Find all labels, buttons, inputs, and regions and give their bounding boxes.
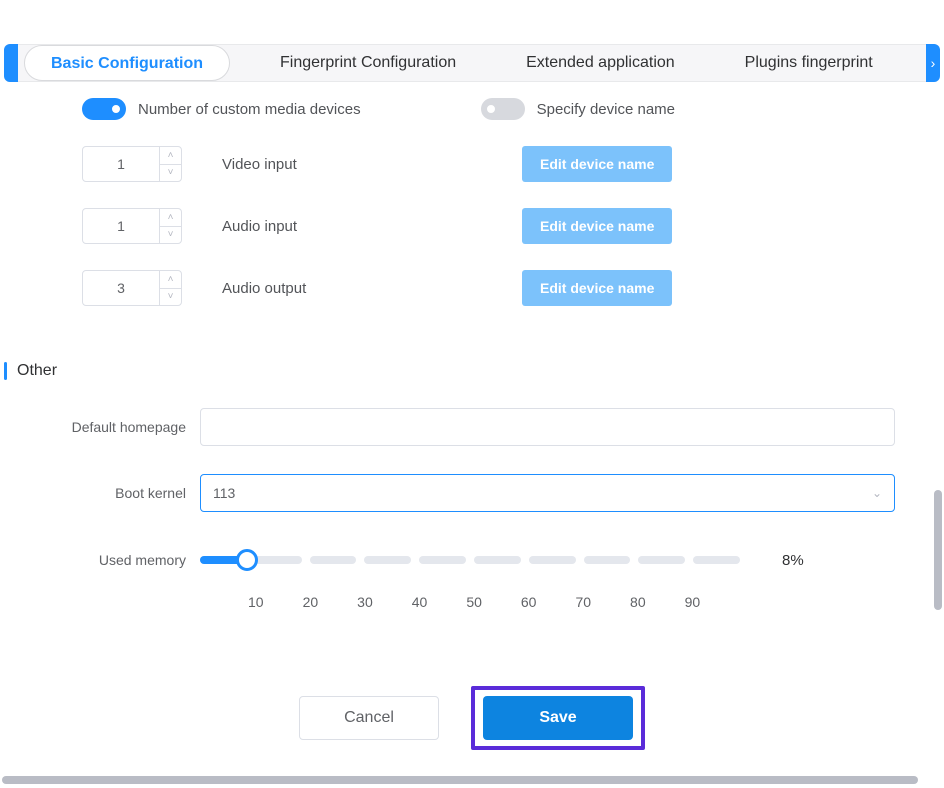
audio-output-value[interactable] xyxy=(83,271,159,305)
video-input-step-down[interactable]: ˅ xyxy=(160,165,181,182)
horizontal-scrollbar[interactable] xyxy=(2,776,918,784)
video-input-label: Video input xyxy=(222,156,422,173)
audio-output-step-down[interactable]: ˅ xyxy=(160,289,181,306)
slider-tick: 20 xyxy=(303,594,319,610)
tab-scroll-right[interactable]: › xyxy=(926,44,940,82)
chevron-down-icon: ˅ xyxy=(168,291,174,302)
save-button-highlight: Save xyxy=(471,686,645,750)
slider-tick: 30 xyxy=(357,594,373,610)
audio-input-stepper[interactable]: ˄ ˅ xyxy=(82,208,182,244)
boot-kernel-label: Boot kernel xyxy=(0,485,200,501)
edit-device-name-button-audio-out[interactable]: Edit device name xyxy=(522,270,672,306)
edit-device-name-button-video[interactable]: Edit device name xyxy=(522,146,672,182)
audio-input-step-down[interactable]: ˅ xyxy=(160,227,181,244)
cancel-button[interactable]: Cancel xyxy=(299,696,439,740)
audio-input-value[interactable] xyxy=(83,209,159,243)
default-homepage-input[interactable] xyxy=(200,408,895,446)
toggle-custom-media-count-label: Number of custom media devices xyxy=(138,101,361,118)
tab-bar: Basic Configuration Fingerprint Configur… xyxy=(4,44,940,82)
video-input-stepper[interactable]: ˄ ˅ xyxy=(82,146,182,182)
audio-output-label: Audio output xyxy=(222,280,422,297)
save-button[interactable]: Save xyxy=(483,696,633,740)
edit-device-name-button-audio-in[interactable]: Edit device name xyxy=(522,208,672,244)
boot-kernel-select[interactable]: 113 ⌄ xyxy=(200,474,895,512)
tab-scroll-left[interactable] xyxy=(4,44,18,82)
chevron-up-icon: ˄ xyxy=(168,274,174,285)
chevron-right-icon: › xyxy=(931,55,936,71)
slider-ticks: 10 20 30 40 50 60 70 80 90 xyxy=(214,594,754,610)
audio-input-step-up[interactable]: ˄ xyxy=(160,209,181,227)
chevron-down-icon: ⌄ xyxy=(872,486,882,500)
slider-track xyxy=(200,556,740,564)
chevron-up-icon: ˄ xyxy=(168,150,174,161)
vertical-scrollbar[interactable] xyxy=(934,490,942,610)
tab-extended-application[interactable]: Extended application xyxy=(500,45,701,81)
used-memory-percent: 8% xyxy=(782,552,804,569)
chevron-up-icon: ˄ xyxy=(168,212,174,223)
slider-tick: 10 xyxy=(248,594,264,610)
used-memory-slider[interactable] xyxy=(200,540,760,580)
chevron-down-icon: ˅ xyxy=(168,167,174,178)
audio-input-label: Audio input xyxy=(222,218,422,235)
default-homepage-label: Default homepage xyxy=(0,419,200,435)
slider-tick: 40 xyxy=(412,594,428,610)
slider-tick: 50 xyxy=(466,594,482,610)
section-title-other: Other xyxy=(17,362,57,380)
slider-tick: 80 xyxy=(630,594,646,610)
toggle-specify-device-name-label: Specify device name xyxy=(537,101,675,118)
audio-output-stepper[interactable]: ˄ ˅ xyxy=(82,270,182,306)
toggle-specify-device-name[interactable] xyxy=(481,98,525,120)
tab-basic-configuration[interactable]: Basic Configuration xyxy=(24,45,230,81)
section-accent-bar xyxy=(4,362,7,380)
tab-plugins-fingerprint[interactable]: Plugins fingerprint xyxy=(719,45,899,81)
chevron-down-icon: ˅ xyxy=(168,229,174,240)
tab-fingerprint-configuration[interactable]: Fingerprint Configuration xyxy=(254,45,482,81)
used-memory-label: Used memory xyxy=(0,552,200,568)
video-input-value[interactable] xyxy=(83,147,159,181)
slider-tick: 90 xyxy=(685,594,701,610)
slider-tick: 60 xyxy=(521,594,537,610)
content-area: Number of custom media devices Specify d… xyxy=(0,90,944,788)
toggle-custom-media-count[interactable] xyxy=(82,98,126,120)
audio-output-step-up[interactable]: ˄ xyxy=(160,271,181,289)
slider-tick: 70 xyxy=(575,594,591,610)
slider-thumb[interactable] xyxy=(236,549,258,571)
boot-kernel-value: 113 xyxy=(213,485,235,501)
video-input-step-up[interactable]: ˄ xyxy=(160,147,181,165)
